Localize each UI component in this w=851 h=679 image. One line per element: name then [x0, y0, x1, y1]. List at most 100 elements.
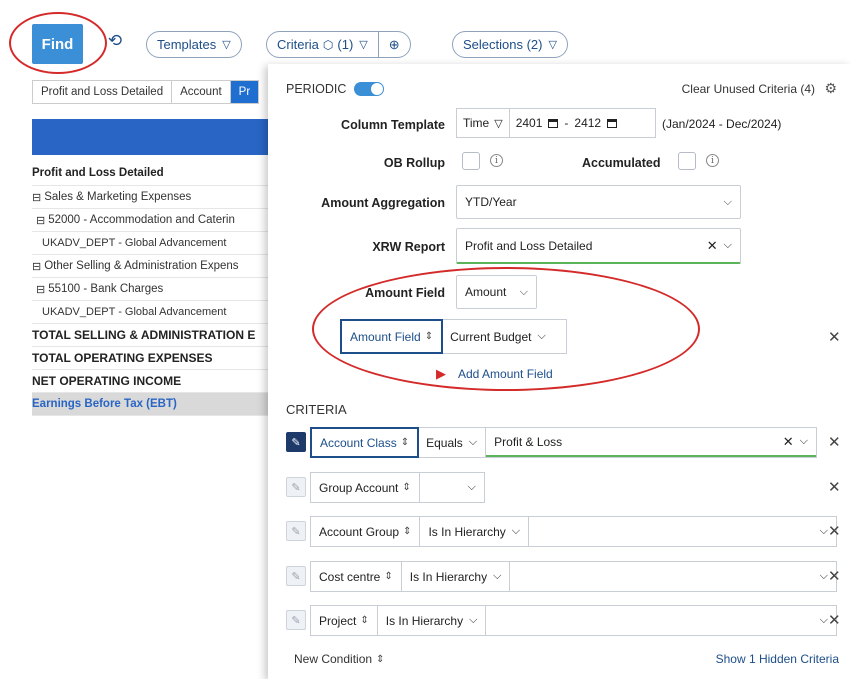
info-icon[interactable]: i — [490, 154, 503, 167]
history-icon[interactable]: ⟲ — [104, 30, 126, 52]
criteria-field-label: Project — [319, 613, 357, 628]
find-button[interactable]: Find — [32, 24, 83, 64]
criteria-field-select[interactable]: Group Account ⇕ — [311, 473, 420, 502]
xrw-report-label: XRW Report — [372, 240, 445, 254]
tab-profit-and-loss[interactable]: Profit and Loss Detailed — [33, 81, 173, 103]
criteria-value-select[interactable]: ⌵ — [529, 517, 836, 546]
collapse-icon[interactable]: ⊟ — [32, 260, 41, 273]
row-label: Other Selling & Administration Expens — [44, 260, 239, 272]
table-row[interactable]: ⊟ 52000 - Accommodation and Caterin — [32, 209, 272, 232]
chevron-down-icon[interactable]: ⌵ — [820, 614, 828, 627]
criteria-field-label: Account Group — [319, 524, 400, 539]
range-start-input[interactable]: 2401 — [516, 116, 543, 130]
selections-button[interactable]: Selections (2) ▽ — [452, 31, 568, 58]
amount-field-2-sort[interactable]: Amount Field ⇕ — [340, 319, 444, 354]
periodic-toggle[interactable] — [354, 82, 385, 96]
collapse-icon[interactable]: ⊟ — [32, 191, 41, 204]
tab-active[interactable]: Pr — [230, 81, 259, 103]
chevron-down-icon[interactable]: ⌵ — [724, 239, 732, 252]
column-template-select[interactable]: Time ▽ — [457, 109, 510, 137]
amount-field-select[interactable]: Amount ⌵ — [456, 275, 537, 309]
range-end-input[interactable]: 2412 — [574, 116, 601, 130]
criteria-operator-select[interactable]: Is In Hierarchy ⌵ — [402, 562, 511, 591]
ob-rollup-checkbox[interactable] — [462, 152, 480, 170]
edit-icon[interactable]: ✎ — [286, 432, 306, 452]
xrw-report-select[interactable]: Profit and Loss Detailed ✕ ⌵ — [456, 228, 741, 264]
table-row[interactable]: UKADV_DEPT - Global Advancement — [32, 301, 272, 324]
criteria-box: Project ⇕ Is In Hierarchy ⌵ ⌵ — [310, 605, 837, 636]
remove-criteria-icon[interactable]: ✕ — [828, 567, 841, 585]
amount-aggregation-select[interactable]: YTD/Year ⌵ — [456, 185, 741, 219]
edit-icon[interactable]: ✎ — [286, 610, 306, 630]
calendar-icon[interactable] — [548, 118, 559, 128]
amount-field-value: Amount — [465, 285, 507, 299]
amount-field-2-label: Amount Field — [350, 329, 421, 344]
edit-icon[interactable]: ✎ — [286, 566, 306, 586]
periodic-label: PERIODIC — [286, 82, 347, 96]
sort-icon: ⇕ — [400, 437, 410, 448]
new-condition-button[interactable]: New Condition ⇕ — [294, 652, 384, 666]
ob-rollup-label: OB Rollup — [383, 156, 445, 170]
sort-icon: ⇕ — [402, 482, 411, 493]
collapse-icon[interactable]: ⊟ — [36, 214, 45, 227]
table-row[interactable]: UKADV_DEPT - Global Advancement — [32, 232, 272, 255]
criteria-row-cost-centre: ✎ Cost centre ⇕ Is In Hierarchy ⌵ ⌵ — [286, 561, 837, 592]
amount-field-2-row: Amount Field ⇕ Current Budget ⌵ — [340, 319, 568, 354]
remove-criteria-icon[interactable]: ✕ — [828, 433, 841, 451]
zoom-in-button[interactable]: ⊕ — [389, 32, 400, 57]
show-hidden-criteria-link[interactable]: Show 1 Hidden Criteria — [716, 652, 839, 666]
chevron-down-icon[interactable]: ⌵ — [820, 570, 828, 583]
criteria-operator-select[interactable]: ⌵ — [420, 473, 484, 502]
report-title: Profit and Loss Detailed — [32, 160, 272, 186]
criteria-value-select[interactable]: Profit & Loss ✕ ⌵ — [486, 428, 816, 457]
total-row: TOTAL SELLING & ADMINISTRATION E — [32, 324, 272, 347]
sort-icon: ⇕ — [376, 653, 385, 665]
edit-icon[interactable]: ✎ — [286, 477, 306, 497]
tab-account[interactable]: Account — [172, 81, 231, 103]
chevron-down-icon: ▽ — [222, 39, 231, 51]
edit-icon[interactable]: ✎ — [286, 521, 306, 541]
row-label: 52000 - Accommodation and Caterin — [48, 214, 235, 226]
criteria-count: (1) — [337, 37, 354, 52]
criteria-field-select[interactable]: Project ⇕ — [311, 606, 378, 635]
templates-button[interactable]: Templates ▽ — [146, 31, 242, 58]
criteria-field-select[interactable]: Account Class ⇕ — [310, 427, 420, 458]
criteria-value-select[interactable]: ⌵ — [486, 606, 836, 635]
close-icon[interactable]: ✕ — [707, 238, 718, 254]
criteria-field-select[interactable]: Cost centre ⇕ — [311, 562, 402, 591]
total-row: TOTAL OPERATING EXPENSES — [32, 347, 272, 370]
criteria-row-project: ✎ Project ⇕ Is In Hierarchy ⌵ ⌵ — [286, 605, 837, 636]
close-icon[interactable]: ✕ — [783, 434, 794, 450]
gear-icon[interactable]: ⚙ — [824, 80, 837, 97]
add-amount-field-button[interactable]: ▶ Add Amount Field — [436, 366, 553, 382]
chevron-down-icon[interactable]: ⌵ — [820, 525, 828, 538]
criteria-operator-select[interactable]: Is In Hierarchy ⌵ — [378, 606, 487, 635]
remove-criteria-icon[interactable]: ✕ — [828, 611, 841, 629]
chevron-down-icon: ⌵ — [723, 195, 732, 208]
criteria-operator-select[interactable]: Is In Hierarchy ⌵ — [420, 517, 530, 546]
info-icon[interactable]: i — [706, 154, 719, 167]
criteria-button[interactable]: Criteria ⬡ (1) ▽ — [277, 32, 368, 57]
criteria-field-select[interactable]: Account Group ⇕ — [311, 517, 421, 546]
table-row[interactable]: ⊟ Sales & Marketing Expenses — [32, 186, 272, 209]
criteria-value-select[interactable]: ⌵ — [510, 562, 836, 591]
clear-unused-criteria-link[interactable]: Clear Unused Criteria (4) — [682, 82, 815, 96]
chevron-down-icon: ▽ — [548, 39, 557, 51]
criteria-row-group-account: ✎ Group Account ⇕ ⌵ — [286, 472, 485, 503]
criteria-box: Account Class ⇕ Equals ⌵ Profit & Loss ✕… — [310, 427, 817, 458]
accumulated-checkbox[interactable] — [678, 152, 696, 170]
criteria-operator-select[interactable]: Equals ⌵ — [418, 428, 487, 457]
remove-criteria-icon[interactable]: ✕ — [828, 522, 841, 540]
collapse-icon[interactable]: ⊟ — [36, 283, 45, 296]
table-row[interactable]: ⊟ 55100 - Bank Charges — [32, 278, 272, 301]
table-row[interactable]: ⊟ Other Selling & Administration Expens — [32, 255, 272, 278]
ebt-row[interactable]: Earnings Before Tax (EBT) — [32, 393, 272, 416]
calendar-icon[interactable] — [607, 118, 618, 128]
row-label: 55100 - Bank Charges — [48, 283, 164, 295]
chevron-down-icon[interactable]: ⌵ — [800, 435, 808, 448]
amount-field-2-select[interactable]: Current Budget ⌵ — [442, 320, 566, 353]
remove-criteria-icon[interactable]: ✕ — [828, 478, 841, 496]
row-label: UKADV_DEPT - Global Advancement — [42, 237, 227, 249]
remove-amount-field-icon[interactable]: ✕ — [828, 328, 841, 346]
chevron-down-icon: ▽ — [494, 117, 503, 130]
